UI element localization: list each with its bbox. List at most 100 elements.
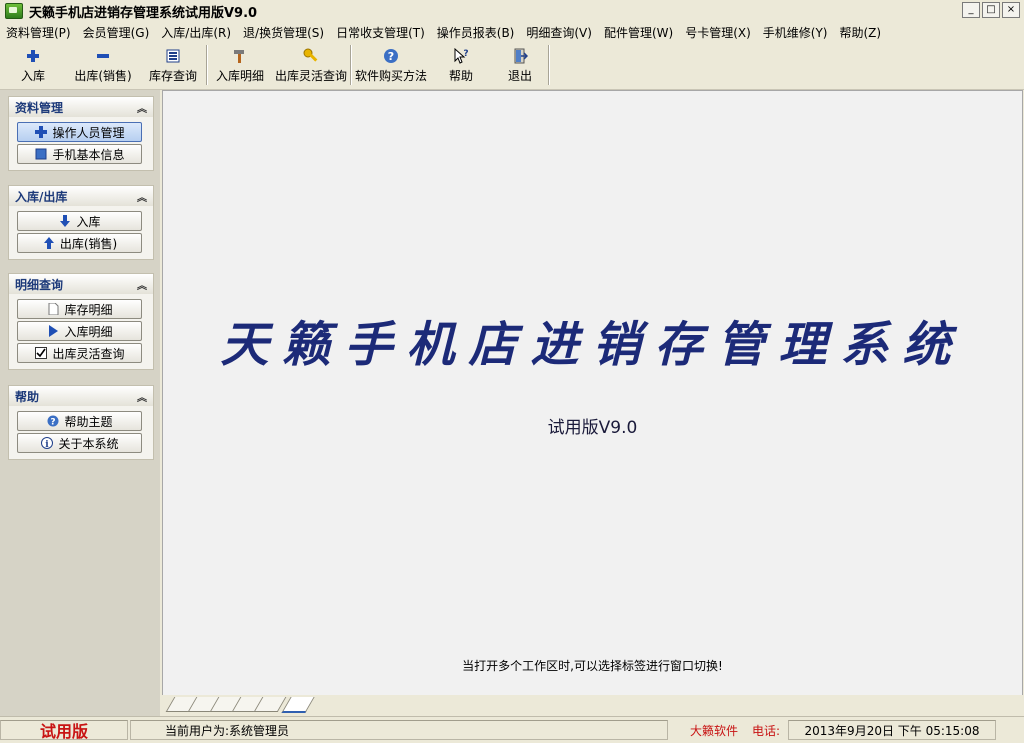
side-stock-in-label: 入库 [76, 214, 101, 229]
menu-bar: 资料管理(P) 会员管理(G) 入库/出库(R) 退/换货管理(S) 日常收支管… [0, 22, 1024, 42]
stock-in-detail-button[interactable]: 入库明细 [208, 43, 272, 87]
purchase-method-label: 软件购买方法 [354, 69, 427, 83]
cursor-help-icon: ? [453, 48, 469, 64]
help-topics-label: 帮助主题 [64, 414, 113, 429]
phone-label: 电话: [751, 723, 780, 738]
collapse-icon[interactable]: ︽ [137, 277, 147, 292]
stock-out-button[interactable]: 出库(销售) [66, 43, 140, 87]
collapse-icon[interactable]: ︽ [137, 389, 147, 404]
main-version: 试用版V9.0 [547, 418, 638, 438]
help-button[interactable]: ? 帮助 [430, 43, 492, 87]
plus-icon [25, 48, 41, 64]
panel-header[interactable]: 明细查询 ︽ [9, 274, 153, 294]
current-user-text: 当前用户为:系统管理员 [165, 723, 290, 738]
panel-title: 入库/出库 [15, 189, 68, 204]
help-circle-icon: ? [46, 414, 60, 428]
panel-detail-query: 明细查询 ︽ 库存明细 入库明细 出库灵活查询 [8, 273, 154, 370]
side-flexible-out-query-button[interactable]: 出库灵活查询 [17, 343, 142, 363]
inventory-query-button[interactable]: 库存查询 [140, 43, 206, 87]
datetime-text: 2013年9月20日 下午 05:15:08 [804, 723, 980, 738]
menu-item-returns[interactable]: 退/换货管理(S) [237, 24, 330, 41]
menu-item-data[interactable]: 资料管理(P) [0, 24, 77, 41]
menu-item-finance[interactable]: 日常收支管理(T) [330, 24, 431, 41]
panel-title: 帮助 [15, 389, 40, 404]
panel-header[interactable]: 入库/出库 ︽ [9, 186, 153, 206]
stock-in-button[interactable]: 入库 [0, 43, 66, 87]
checkbox-icon [34, 346, 48, 360]
window-controls: _ □ × [962, 2, 1020, 18]
main-title: 天籁手机店进销存管理系统 [220, 317, 965, 373]
flexible-out-query-label: 出库灵活查询 [274, 69, 347, 83]
panel-title: 资料管理 [15, 100, 64, 115]
side-flexible-out-query-label: 出库灵活查询 [52, 346, 125, 361]
side-stock-out-label: 出库(销售) [59, 236, 118, 251]
exit-icon [512, 48, 528, 64]
side-stock-in-detail-button[interactable]: 入库明细 [17, 321, 142, 341]
toolbar: 入库 出库(销售) 库存查询 入库明细 出库灵活查询 ? 软件购买方法 ? 帮助… [0, 43, 1024, 90]
window-title: 天籁手机店进销存管理系统试用版V9.0 [29, 5, 258, 21]
phone-info-button[interactable]: 手机基本信息 [17, 144, 142, 164]
maximize-button[interactable]: □ [982, 2, 1000, 18]
side-stock-out-button[interactable]: 出库(销售) [17, 233, 142, 253]
svg-text:i: i [46, 440, 50, 449]
collapse-icon[interactable]: ︽ [137, 189, 147, 204]
panel-stock-in-out: 入库/出库 ︽ 入库 出库(销售) [8, 185, 154, 260]
menu-item-help[interactable]: 帮助(Z) [833, 24, 887, 41]
exit-label: 退出 [507, 69, 532, 83]
operator-management-button[interactable]: 操作人员管理 [17, 122, 142, 142]
document-icon [46, 302, 60, 316]
info-icon: i [40, 436, 54, 450]
panel-header[interactable]: 资料管理 ︽ [9, 97, 153, 117]
minimize-button[interactable]: _ [962, 2, 980, 18]
menu-item-members[interactable]: 会员管理(G) [77, 24, 156, 41]
minus-icon [95, 48, 111, 64]
inventory-detail-label: 库存明细 [64, 302, 113, 317]
panel-title: 明细查询 [15, 277, 64, 292]
sidebar: 资料管理 ︽ 操作人员管理 手机基本信息 入库/出库 ︽ 入库 出库(销售) 明… [0, 90, 160, 716]
operator-management-label: 操作人员管理 [52, 125, 125, 140]
side-stock-in-detail-label: 入库明细 [64, 324, 113, 339]
key-icon [303, 48, 319, 64]
svg-text:?: ? [463, 49, 468, 59]
company-name: 大籁软件 [689, 723, 738, 738]
svg-text:?: ? [51, 418, 56, 428]
about-button[interactable]: i 关于本系统 [17, 433, 142, 453]
purchase-method-button[interactable]: ? 软件购买方法 [352, 43, 430, 87]
inventory-query-label: 库存查询 [148, 69, 197, 83]
panel-header[interactable]: 帮助 ︽ [9, 386, 153, 406]
title-bar: 天籁手机店进销存管理系统试用版V9.0 _ □ × [0, 0, 1024, 23]
help-topics-button[interactable]: ? 帮助主题 [17, 411, 142, 431]
close-button[interactable]: × [1002, 2, 1020, 18]
app-icon [5, 3, 23, 19]
panel-data-management: 资料管理 ︽ 操作人员管理 手机基本信息 [8, 96, 154, 171]
datetime: 2013年9月20日 下午 05:15:08 [788, 720, 996, 740]
trial-badge: 试用版 [0, 720, 128, 741]
company-info: 大籁软件 电话: [670, 720, 786, 740]
menu-item-stock[interactable]: 入库/出库(R) [155, 24, 237, 41]
current-user: 当前用户为:系统管理员 [130, 720, 668, 740]
stock-in-detail-label: 入库明细 [215, 69, 264, 83]
menu-item-repair[interactable]: 手机维修(Y) [757, 24, 834, 41]
panel-help: 帮助 ︽ ? 帮助主题 i 关于本系统 [8, 385, 154, 460]
phone-info-label: 手机基本信息 [52, 147, 125, 162]
workspace-tab-strip [162, 695, 1023, 715]
about-label: 关于本系统 [58, 436, 119, 451]
square-icon [34, 147, 48, 161]
list-icon [165, 48, 181, 64]
help-label: 帮助 [448, 69, 473, 83]
workspace-tab-active[interactable] [281, 697, 315, 713]
hammer-icon [232, 48, 248, 64]
main-hint: 当打开多个工作区时,可以选择标签进行窗口切换! [462, 659, 723, 673]
inventory-detail-button[interactable]: 库存明细 [17, 299, 142, 319]
svg-text:?: ? [388, 50, 394, 63]
arrow-right-icon [46, 324, 60, 338]
menu-item-sim-cards[interactable]: 号卡管理(X) [679, 24, 757, 41]
status-bar: 试用版 当前用户为:系统管理员 大籁软件 电话: 2013年9月20日 下午 0… [0, 716, 1024, 743]
flexible-out-query-button[interactable]: 出库灵活查询 [272, 43, 350, 87]
collapse-icon[interactable]: ︽ [137, 100, 147, 115]
side-stock-in-button[interactable]: 入库 [17, 211, 142, 231]
exit-button[interactable]: 退出 [492, 43, 548, 87]
menu-item-accessories[interactable]: 配件管理(W) [598, 24, 679, 41]
menu-item-details[interactable]: 明细查询(V) [520, 24, 598, 41]
menu-item-operator-report[interactable]: 操作员报表(B) [431, 24, 521, 41]
